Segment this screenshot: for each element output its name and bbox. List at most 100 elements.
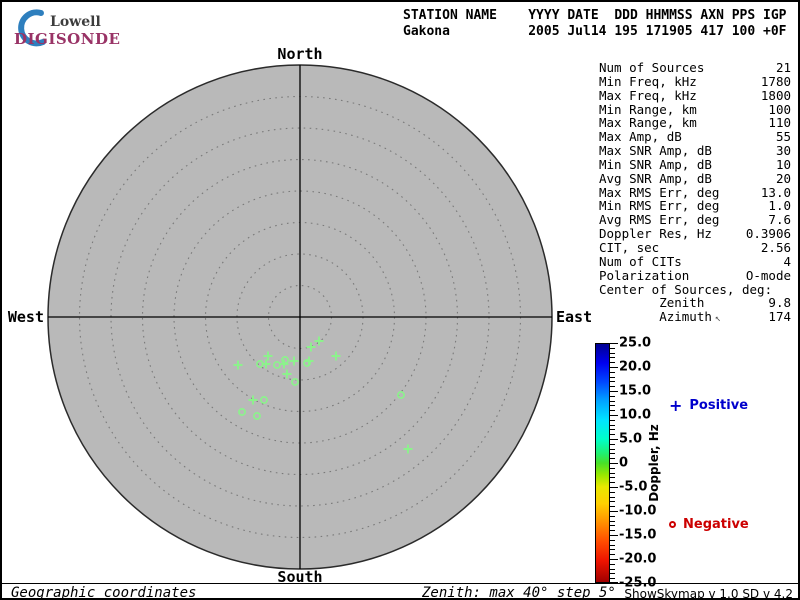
stat-row: Num of Sources 21 bbox=[599, 61, 791, 75]
stat-row: Avg RMS Err, deg 7.6 bbox=[599, 213, 791, 227]
stat-value: 2.56 bbox=[760, 239, 791, 255]
colorbar-minor-tick bbox=[610, 362, 615, 364]
stat-label: Center of Sources, deg: bbox=[599, 281, 773, 297]
west-label: West bbox=[8, 308, 44, 326]
colorbar-minor-tick bbox=[610, 501, 615, 503]
stat-label: Zenith bbox=[599, 295, 705, 311]
colorbar-minor-tick bbox=[610, 530, 615, 532]
stat-value: 20 bbox=[775, 170, 791, 186]
stat-value: 174 bbox=[768, 309, 791, 325]
doppler-colorbar-gradient bbox=[595, 343, 610, 583]
station-header: STATION NAME YYYY DATE DDD HHMMSS AXN PP… bbox=[403, 8, 787, 40]
colorbar-major-tick bbox=[610, 391, 618, 392]
colorbar-major-tick bbox=[610, 439, 618, 440]
stat-row: CIT, sec 2.56 bbox=[599, 241, 791, 255]
stat-value: 9.8 bbox=[768, 295, 791, 311]
colorbar-tick-label: 25.0 bbox=[619, 335, 652, 351]
stat-row: Min Freq, kHz 1780 bbox=[599, 73, 791, 89]
stat-row: Zenith 9.8 bbox=[599, 296, 791, 310]
stat-label: Max Amp, dB bbox=[599, 129, 682, 145]
colorbar-minor-tick bbox=[610, 491, 615, 493]
negative-legend-label: Negative bbox=[683, 517, 749, 532]
stat-value: O-mode bbox=[745, 267, 791, 283]
stat-value: 13.0 bbox=[760, 184, 791, 200]
colorbar-minor-tick bbox=[610, 419, 615, 421]
colorbar-minor-tick bbox=[610, 429, 615, 431]
colorbar-major-tick bbox=[610, 487, 618, 488]
colorbar-minor-tick bbox=[610, 458, 615, 460]
stat-label: Num of CITs bbox=[599, 253, 682, 269]
stat-row: Max Freq, kHz 1800 bbox=[599, 87, 791, 103]
stat-row: Min RMS Err, deg 1.0 bbox=[599, 199, 791, 213]
colorbar-minor-tick bbox=[610, 472, 615, 474]
stat-value: 1.0 bbox=[768, 198, 791, 214]
stat-label: Min RMS Err, deg bbox=[599, 198, 720, 214]
colorbar-minor-tick bbox=[610, 539, 615, 541]
stat-label: Num of Sources bbox=[599, 60, 705, 75]
colorbar-minor-tick bbox=[610, 357, 615, 359]
stat-value: 4 bbox=[783, 253, 791, 269]
stat-row: Center of Sources, deg: bbox=[599, 281, 791, 297]
circle-marker-icon bbox=[669, 521, 676, 528]
stat-label: Max Freq, kHz bbox=[599, 87, 697, 103]
colorbar-minor-tick bbox=[610, 554, 615, 556]
colorbar-tick-label: 5.0 bbox=[619, 431, 643, 447]
stat-value: 1780 bbox=[760, 73, 791, 89]
stat-label: Max SNR Amp, dB bbox=[599, 143, 712, 159]
colorbar-minor-tick bbox=[610, 386, 615, 388]
colorbar-minor-tick bbox=[610, 482, 615, 484]
stat-value: 110 bbox=[768, 115, 791, 131]
colorbar-minor-tick bbox=[610, 506, 615, 508]
stat-label: CIT, sec bbox=[599, 239, 660, 255]
stat-value: 30 bbox=[775, 143, 791, 159]
colorbar-minor-tick bbox=[610, 520, 615, 522]
stat-row: Doppler Res, Hz 0.3906 bbox=[599, 227, 791, 241]
stat-label: Avg SNR Amp, dB bbox=[599, 170, 712, 186]
stat-label: Azimuth ↖ bbox=[599, 309, 721, 325]
east-label: East bbox=[556, 308, 592, 326]
stat-row: Azimuth ↖ 174 bbox=[599, 310, 791, 324]
colorbar-minor-tick bbox=[610, 563, 615, 565]
colorbar-minor-tick bbox=[610, 395, 615, 397]
colorbar-minor-tick bbox=[610, 400, 615, 402]
colorbar-minor-tick bbox=[610, 448, 615, 450]
measurement-stats-table: Num of Sources 21 Min Freq, kHz 1780 Max Fre… bbox=[599, 61, 791, 325]
colorbar-minor-tick bbox=[610, 376, 615, 378]
mouse-cursor-icon: ↖ bbox=[714, 313, 721, 325]
stat-label: Doppler Res, Hz bbox=[599, 226, 712, 242]
colorbar-major-tick bbox=[610, 535, 618, 536]
stat-row: Max RMS Err, deg 13.0 bbox=[599, 184, 791, 200]
stat-value: 10 bbox=[775, 156, 791, 172]
colorbar-tick-label: 0 bbox=[619, 455, 629, 471]
colorbar-major-tick bbox=[610, 463, 618, 464]
colorbar-minor-tick bbox=[610, 381, 615, 383]
colorbar-minor-tick bbox=[610, 352, 615, 354]
colorbar-minor-tick bbox=[610, 453, 615, 455]
colorbar-minor-tick bbox=[610, 405, 615, 407]
colorbar-minor-tick bbox=[610, 573, 615, 575]
stat-row: Max Range, km 110 bbox=[599, 116, 791, 130]
colorbar-major-tick bbox=[610, 367, 618, 368]
colorbar-tick-label: -5.0 bbox=[619, 479, 648, 495]
colorbar-minor-tick bbox=[610, 347, 615, 349]
colorbar-tick-label: -20.0 bbox=[619, 551, 657, 567]
colorbar-major-tick bbox=[610, 511, 618, 512]
colorbar-tick-label: 20.0 bbox=[619, 359, 652, 375]
colorbar-minor-tick bbox=[610, 515, 615, 517]
stat-label: Min Range, km bbox=[599, 101, 697, 117]
stat-label: Avg RMS Err, deg bbox=[599, 212, 720, 228]
stat-value: 0.3906 bbox=[745, 226, 791, 242]
stat-label: Min Freq, kHz bbox=[599, 73, 697, 89]
stat-row: Max Amp, dB 55 bbox=[599, 130, 791, 144]
colorbar-minor-tick bbox=[610, 568, 615, 570]
stat-row: Max SNR Amp, dB 30 bbox=[599, 144, 791, 158]
colorbar-minor-tick bbox=[610, 424, 615, 426]
colorbar-minor-tick bbox=[610, 371, 615, 373]
stat-row: Avg SNR Amp, dB 20 bbox=[599, 170, 791, 186]
stat-value: 21 bbox=[775, 60, 791, 75]
colorbar-major-tick bbox=[610, 559, 618, 560]
colorbar-major-tick bbox=[610, 415, 618, 416]
colorbar-minor-tick bbox=[610, 410, 615, 412]
stat-value: 1800 bbox=[760, 87, 791, 103]
stat-row: Min SNR Amp, dB 10 bbox=[599, 158, 791, 172]
